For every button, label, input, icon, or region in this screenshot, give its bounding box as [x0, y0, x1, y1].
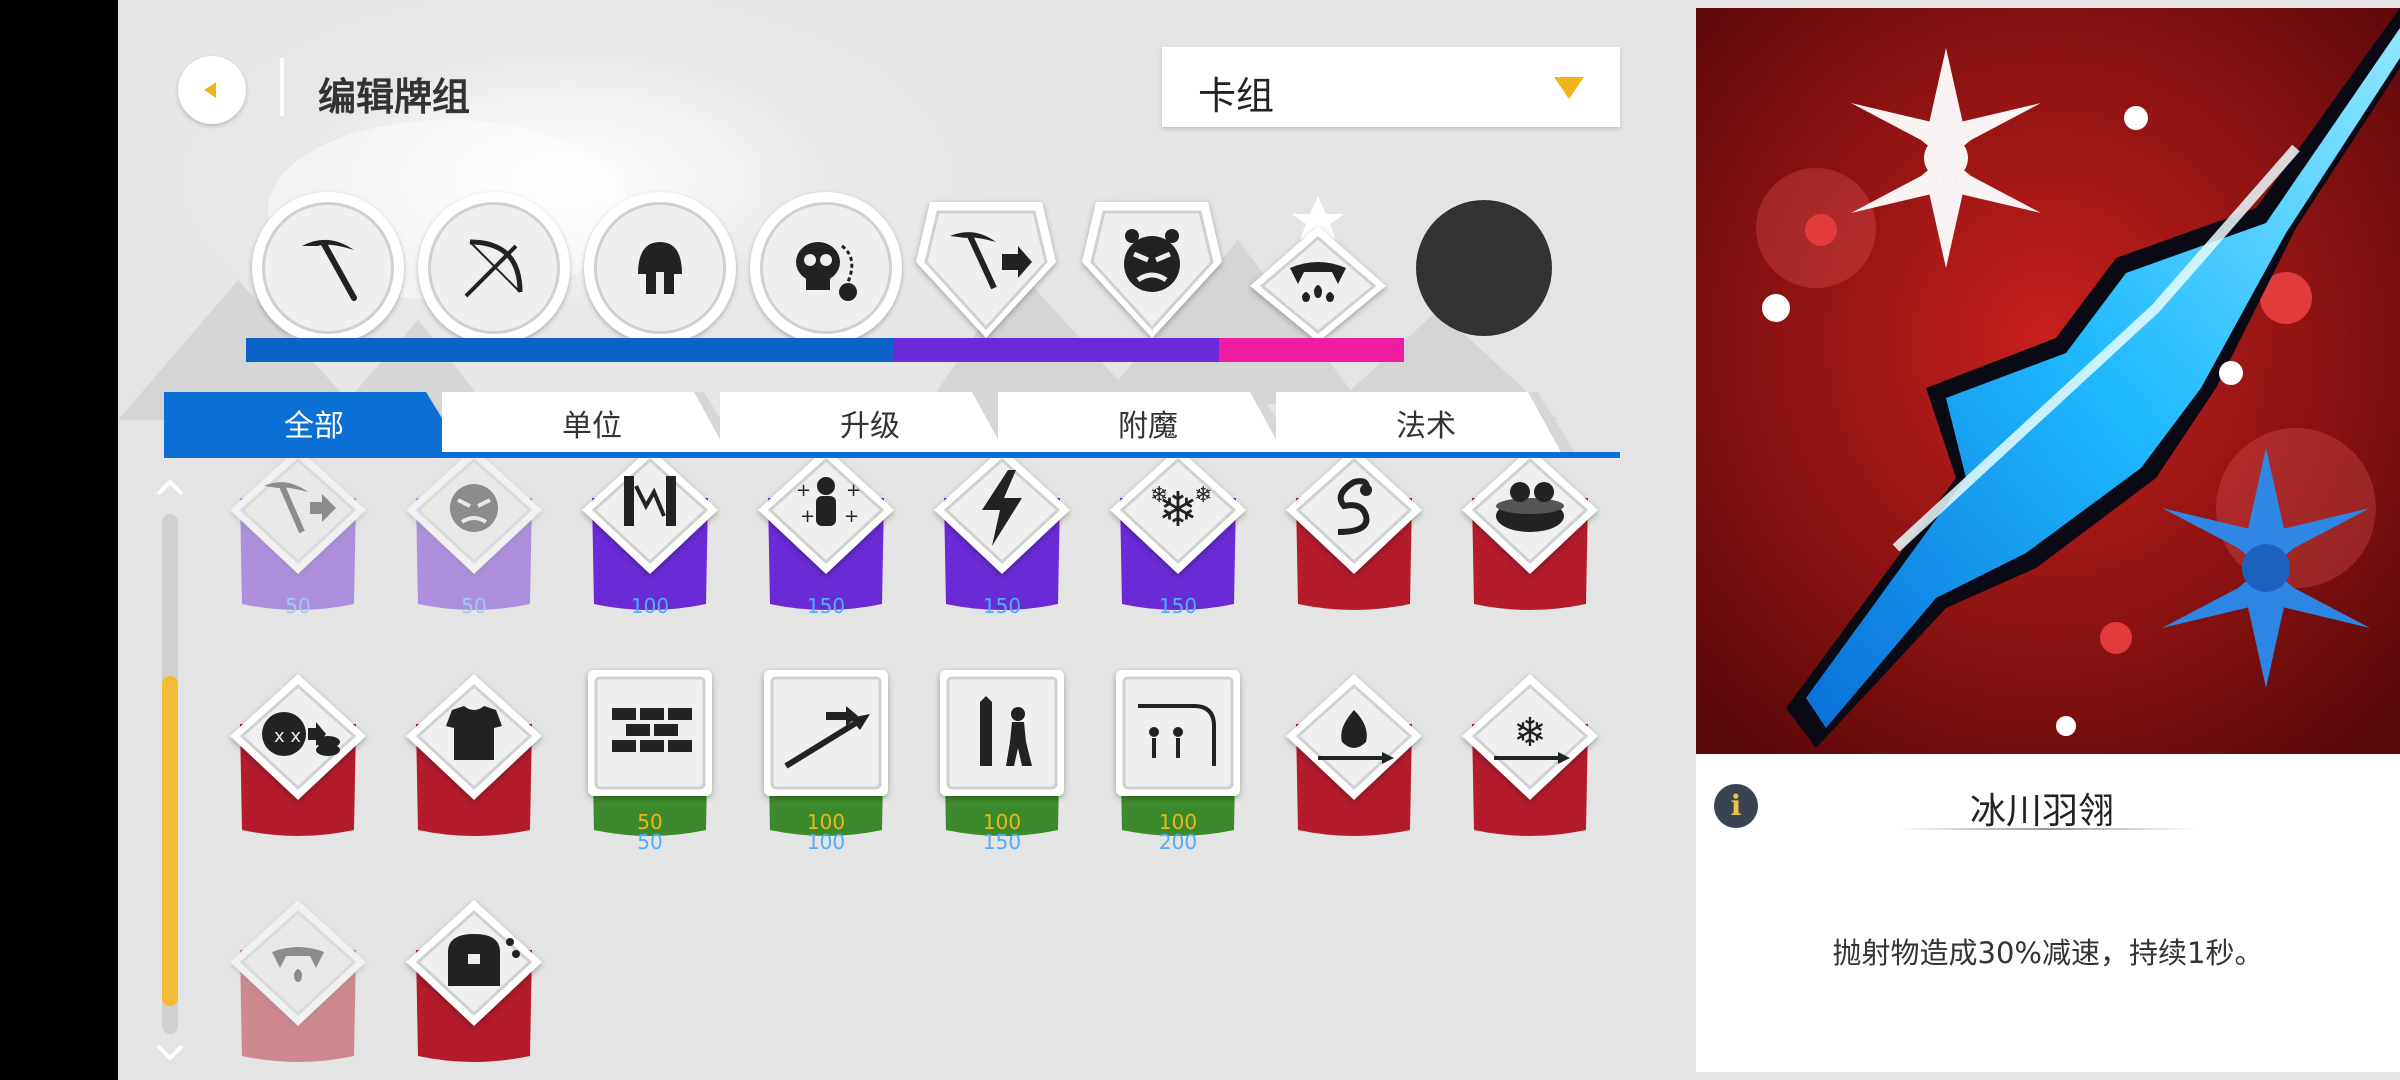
gold-cost: 100 — [1158, 810, 1198, 834]
deck-slot-1[interactable] — [252, 192, 404, 344]
svg-text:+: + — [796, 480, 811, 501]
tab-spells[interactable]: 法术 — [1276, 392, 1576, 454]
mana-cost: 150 — [806, 594, 846, 618]
tab-all[interactable]: 全部 — [164, 392, 464, 454]
mana-cost: 50 — [285, 594, 311, 618]
tab-units[interactable]: 单位 — [442, 392, 742, 454]
gold-cost: 100 — [982, 810, 1022, 834]
mana-cost: 150 — [982, 830, 1022, 854]
mana-cost: 200 — [1158, 830, 1198, 854]
deck-slot-7[interactable] — [1242, 192, 1394, 344]
svg-text:❄: ❄ — [1513, 710, 1547, 756]
skull-bomb-icon — [796, 242, 857, 301]
deck-selector-dropdown[interactable]: 卡组 — [1162, 47, 1620, 127]
tab-enchantments[interactable]: 附魔 — [998, 392, 1298, 454]
card-sparkle-figure[interactable]: + + + +150 — [746, 458, 906, 638]
mana-cost: 50 — [637, 830, 663, 854]
svg-text:+: + — [846, 480, 861, 501]
gold-cost: 50 — [637, 810, 663, 834]
svg-text:❄: ❄ — [1194, 483, 1212, 508]
deck-selector-label: 卡组 — [1198, 74, 1275, 118]
back-button[interactable] — [178, 56, 246, 124]
deck-slot-2[interactable] — [418, 192, 570, 344]
card-lightning-wall[interactable]: 100 — [570, 458, 730, 638]
header-divider — [280, 58, 284, 116]
helmet-icon — [638, 242, 682, 294]
armor-icon — [446, 706, 502, 760]
dropdown-arrow-icon — [1554, 77, 1584, 99]
card-artwork — [1696, 8, 2400, 754]
deck-slot-6[interactable] — [1076, 192, 1228, 344]
card-snake[interactable] — [1274, 458, 1434, 638]
scroll-up-icon[interactable] — [154, 476, 186, 500]
mana-cost: 150 — [982, 594, 1022, 618]
deck-bar-segment-2 — [894, 338, 1219, 362]
info-icon[interactable]: i — [1714, 784, 1758, 828]
svg-text:x x: x x — [274, 726, 301, 747]
gold-cost: 100 — [806, 810, 846, 834]
mana-cost: 100 — [806, 830, 846, 854]
name-underline — [1896, 828, 2196, 830]
card-filter-tabs: 全部 单位 升级 附魔 法术 — [164, 392, 1620, 458]
card-wall[interactable]: 50 50 — [570, 654, 730, 864]
deck-slot-5[interactable] — [910, 192, 1062, 344]
card-lightning-bolt[interactable]: 150 — [922, 458, 1082, 638]
card-armor[interactable] — [394, 654, 554, 864]
card-collection-grid: 50 50 100 + + + +150 150 ❄ ❄ ❄ 150 x x 50 50 100 100 100 1… — [218, 458, 1628, 1080]
mana-cost: 100 — [630, 594, 670, 618]
card-fangs-drops[interactable] — [218, 880, 378, 1080]
angry-face-icon — [1124, 229, 1180, 292]
deck-slot-4[interactable] — [750, 192, 902, 344]
card-skull-coins[interactable]: x x — [218, 654, 378, 864]
mana-cost: 50 — [461, 594, 487, 618]
angry-face-icon — [450, 484, 498, 532]
card-cauldron[interactable] — [1450, 458, 1610, 638]
card-treasure-chest[interactable] — [394, 880, 554, 1080]
card-angry-face[interactable]: 50 — [394, 458, 554, 638]
back-arrow-icon — [204, 82, 216, 98]
deck-bar-segment-3 — [1218, 338, 1404, 362]
svg-text:+: + — [844, 506, 859, 527]
card-snowflakes[interactable]: ❄ ❄ ❄ 150 — [1098, 458, 1258, 638]
card-retreat[interactable]: 100 200 — [1098, 654, 1258, 864]
pickaxe-icon — [302, 239, 357, 301]
page-title: 编辑牌组 — [318, 75, 471, 119]
selected-card-description: 抛射物造成30%减速，持续1秒。 — [1832, 936, 2264, 970]
scrollbar-thumb[interactable] — [162, 676, 178, 1006]
card-spear[interactable]: 100 100 — [746, 654, 906, 864]
card-pickaxe-upgrade[interactable]: 50 — [218, 458, 378, 638]
svg-text:+: + — [800, 506, 815, 527]
deck-slot-empty[interactable] — [1416, 200, 1552, 336]
card-detail-panel: i 冰川羽翎 抛射物造成30%减速，持续1秒。 — [1696, 8, 2400, 1072]
card-fire-arrow[interactable] — [1274, 654, 1434, 864]
scroll-down-icon[interactable] — [154, 1040, 186, 1064]
mana-cost: 150 — [1158, 594, 1198, 618]
deck-bar-segment-1 — [246, 338, 895, 362]
bow-icon — [464, 239, 523, 298]
card-ice-arrow[interactable]: ❄ — [1450, 654, 1610, 864]
tab-upgrades[interactable]: 升级 — [720, 392, 1020, 454]
selected-card-name: 冰川羽翎 — [1969, 791, 2114, 832]
deck-composition-bar — [246, 338, 1404, 362]
card-statue[interactable]: 100 150 — [922, 654, 1082, 864]
deck-slot-3[interactable] — [584, 192, 736, 344]
svg-text:❄: ❄ — [1150, 483, 1168, 508]
